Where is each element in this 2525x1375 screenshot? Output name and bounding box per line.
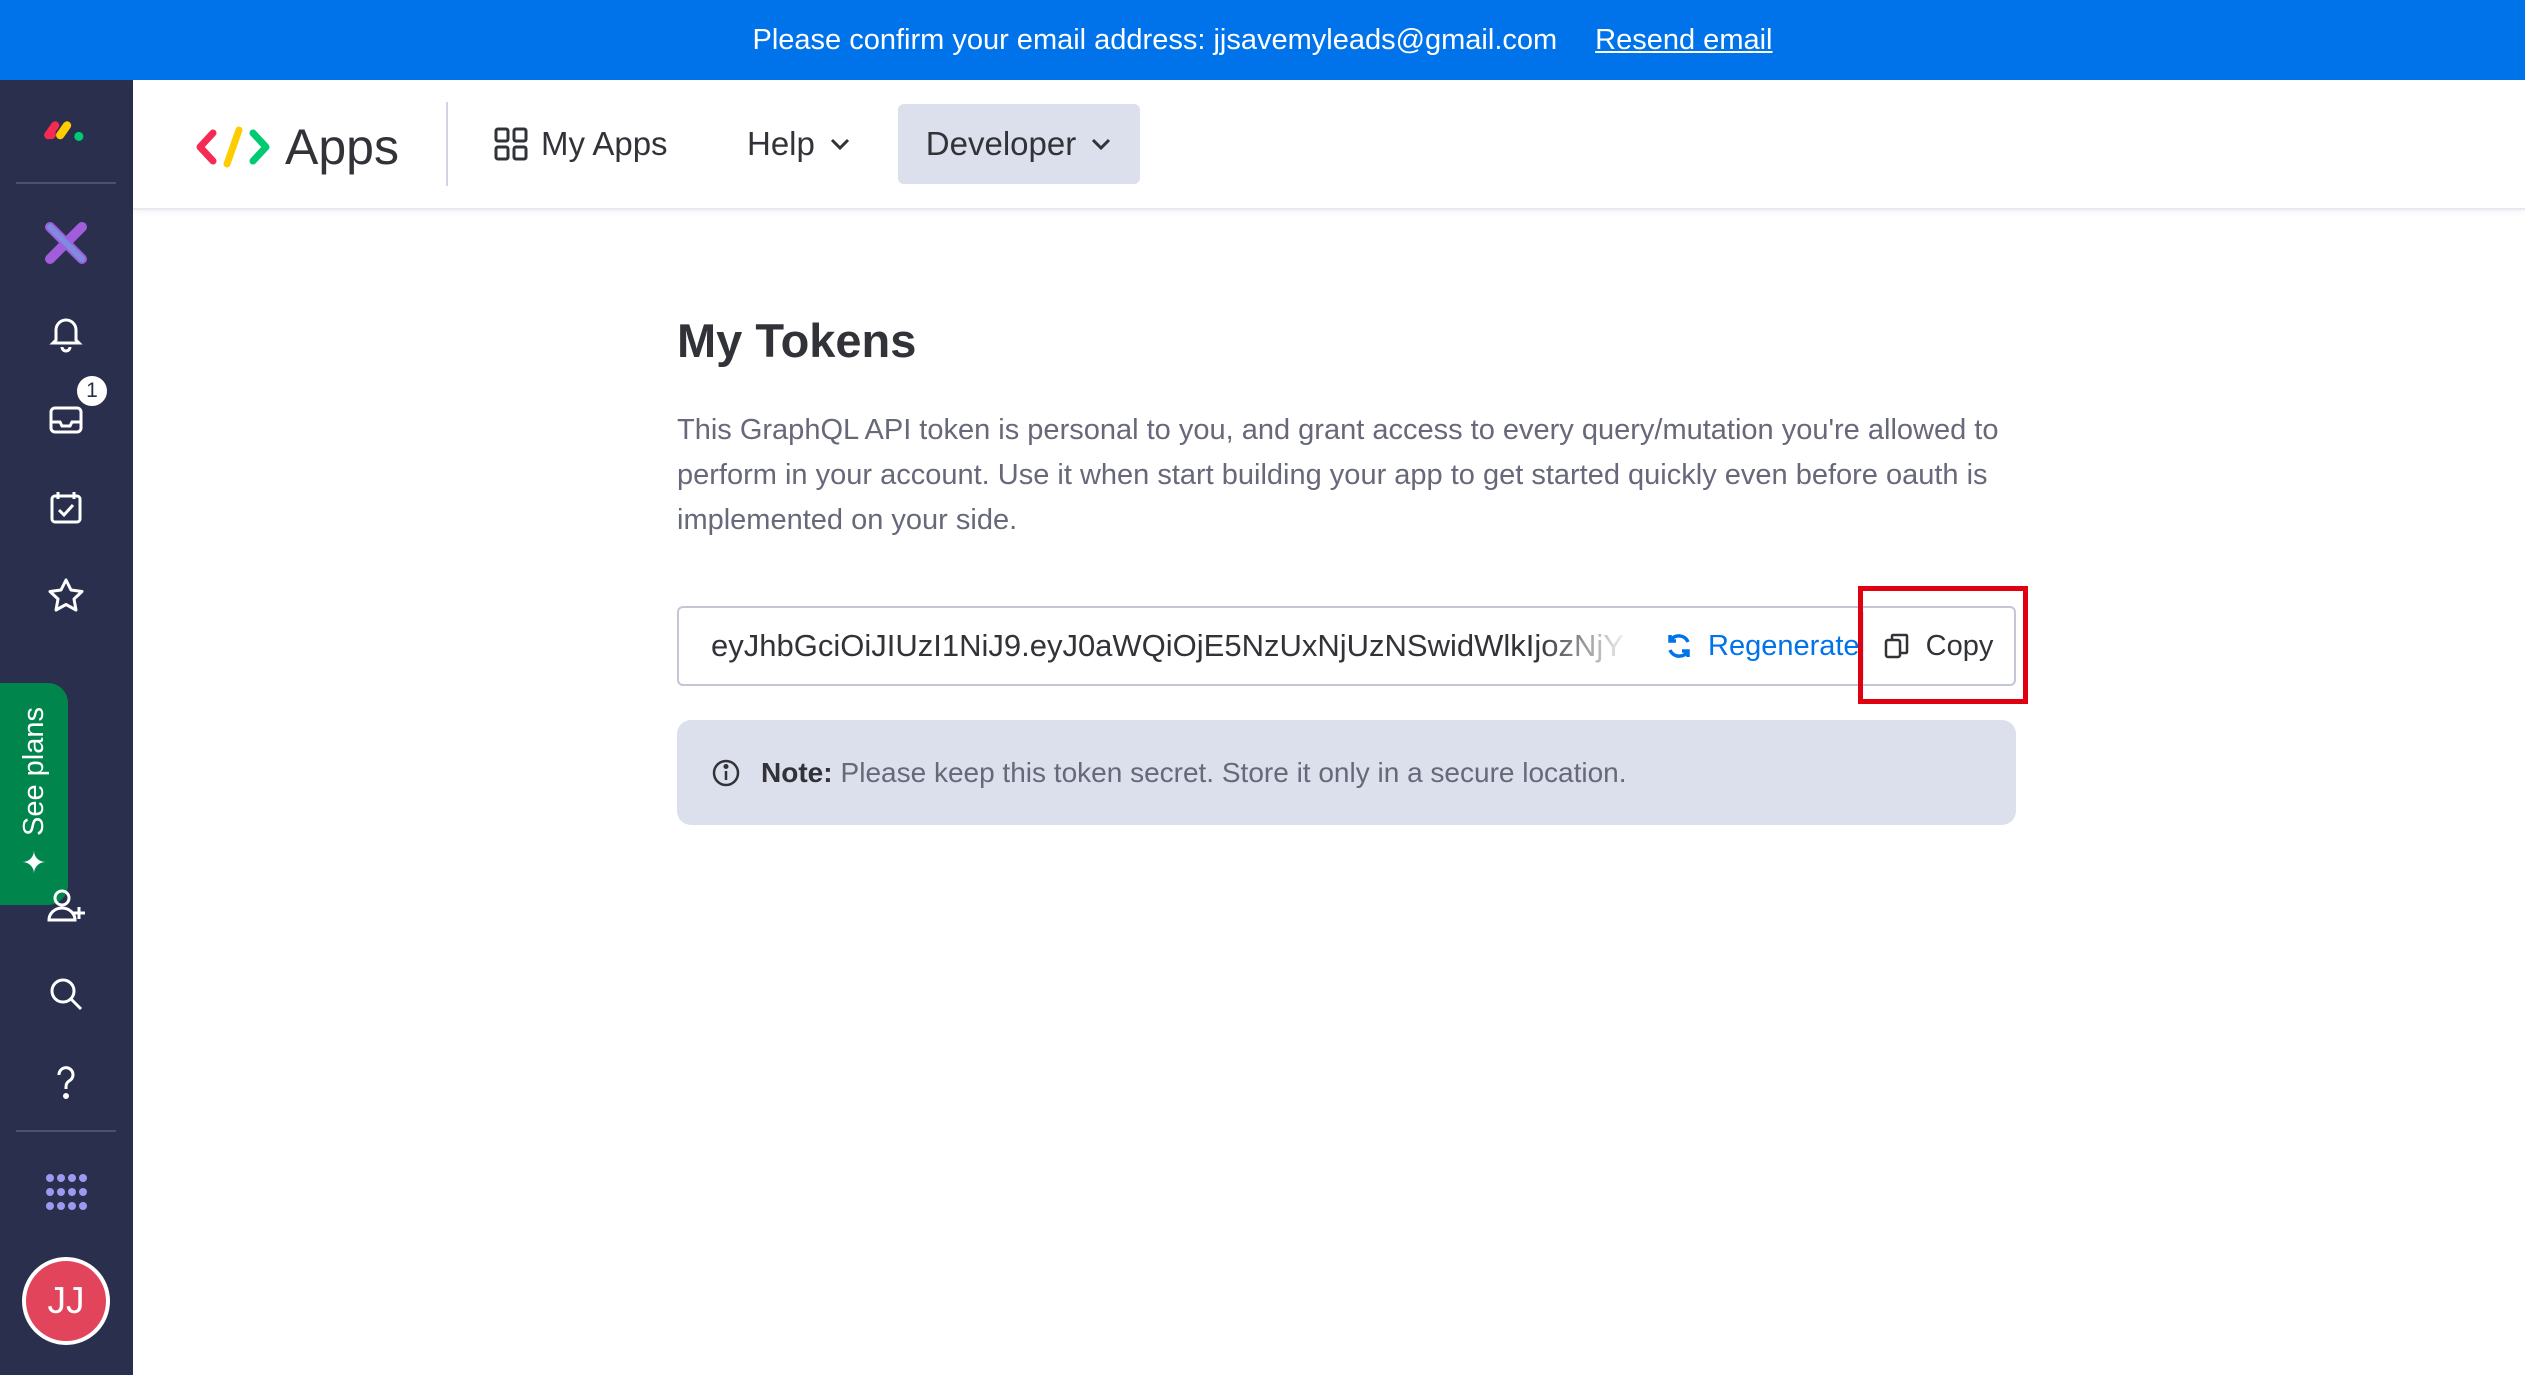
invite-user-icon[interactable] [36,875,96,935]
nav-developer-label: Developer [925,125,1077,162]
nav-help-label: Help [747,125,815,162]
bell-icon[interactable] [36,302,96,362]
nav-developer[interactable]: Developer [898,104,1140,184]
left-rail: 1 See plans ✦ JJ [0,80,133,1375]
info-icon [712,759,740,786]
apps-grid-icon[interactable] [36,1162,96,1222]
refresh-icon [1668,634,1690,658]
rail-divider [16,182,116,184]
apps-x-icon[interactable] [36,213,96,273]
chevron-down-icon [830,138,849,151]
chevron-down-icon [1092,138,1111,151]
note-text: Please keep this token secret. Store it … [840,756,1627,788]
grid-icon [494,127,528,161]
monday-logo-icon[interactable] [36,100,96,160]
see-plans-label: See plans [17,707,50,836]
regenerate-button[interactable]: Regenerate [1664,608,1860,684]
token-value[interactable]: eyJhbGciOiJIUzI1NiJ9.eyJ0aWQiOjE5NzUxNjU… [711,608,1631,684]
see-plans-button[interactable]: See plans ✦ [0,683,68,905]
resend-email-link[interactable]: Resend email [1595,24,1772,57]
regenerate-label: Regenerate [1708,629,1860,662]
my-work-calendar-icon[interactable] [36,478,96,538]
apps-header: Apps My Apps Help Developer [133,80,2525,210]
nav-my-apps-label: My Apps [541,125,668,162]
app-title: Apps [285,119,399,175]
search-icon[interactable] [36,964,96,1024]
rail-divider [16,1130,116,1132]
token-field[interactable]: eyJhbGciOiJIUzI1NiJ9.eyJ0aWQiOjE5NzUxNjU… [677,606,2016,686]
header-divider [446,102,448,186]
user-avatar[interactable]: JJ [22,1257,110,1345]
token-note: Note: Please keep this token secret. Sto… [677,720,2016,825]
help-icon[interactable] [36,1052,96,1112]
page-description: This GraphQL API token is personal to yo… [677,414,1999,536]
nav-my-apps[interactable]: My Apps [493,104,668,184]
copy-highlight-box [1858,586,2028,704]
nav-help[interactable]: Help [747,104,851,184]
email-confirmation-banner: Please confirm your email address: jjsav… [0,0,2525,80]
banner-message: Please confirm your email address: jjsav… [752,23,1558,56]
code-brackets-icon [196,126,270,168]
note-label: Note: [761,756,833,788]
page-title: My Tokens [677,314,917,367]
inbox-count-badge: 1 [74,373,110,409]
favorites-star-icon[interactable] [36,566,96,626]
apps-logo[interactable]: Apps [195,118,399,176]
